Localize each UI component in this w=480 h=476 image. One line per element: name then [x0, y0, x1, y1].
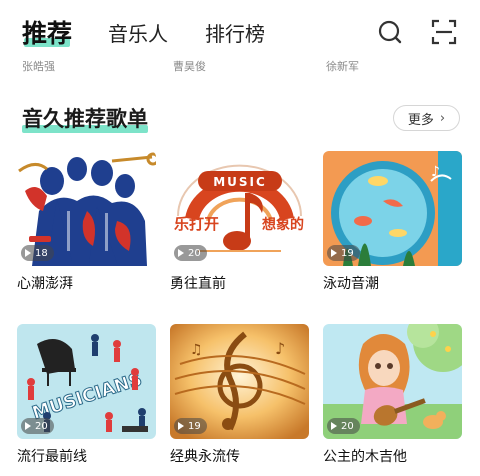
play-count-badge: 20	[327, 418, 360, 434]
play-count-badge: 20	[21, 418, 54, 434]
more-button-label: 更多	[407, 112, 434, 128]
playlist-cover: 20	[323, 324, 462, 439]
playlist-title: 公主的木吉他	[323, 449, 407, 465]
artist-name[interactable]: 张皓强	[22, 58, 55, 74]
play-count-badge: 19	[174, 418, 207, 434]
play-count-badge: 18	[21, 245, 54, 261]
playlist-card[interactable]: ♪ ♫ 19 经典永流传	[170, 324, 309, 465]
playlist-title: 经典永流传	[170, 449, 240, 465]
playlist-card[interactable]: 20 公主的木吉他	[323, 324, 462, 465]
playlist-title: 心潮澎湃	[17, 276, 73, 292]
more-button[interactable]: 更多 ›	[393, 105, 460, 131]
svg-text:♪: ♪	[275, 339, 285, 358]
tab-musicians-label: 音乐人	[108, 22, 168, 46]
chevron-right-icon: ›	[439, 110, 446, 126]
cover-music-text: MUSIC	[213, 175, 267, 189]
playlist-cover: 18	[17, 151, 156, 266]
play-count: 20	[188, 247, 201, 259]
scan-icon[interactable]	[430, 18, 458, 46]
playlist-cover: ♪ 19	[323, 151, 462, 266]
section-title: 音久推荐歌单	[22, 107, 148, 133]
playlist-title: 勇往直前	[170, 276, 226, 292]
play-count: 20	[341, 420, 354, 432]
playlist-cover: MUSIC 乐打开 想象的 20	[170, 151, 309, 266]
play-count: 20	[35, 420, 48, 432]
tab-recommend-label: 推荐	[22, 19, 73, 48]
play-count-badge: 19	[327, 245, 360, 261]
artist-name[interactable]: 曹昊俊	[173, 58, 206, 74]
play-count: 18	[35, 247, 48, 259]
playlist-cover: ♪ ♫ 19	[170, 324, 309, 439]
play-icon	[178, 249, 184, 257]
tab-charts-label: 排行榜	[205, 22, 265, 46]
tab-recommend[interactable]: 推荐	[22, 14, 72, 50]
playlist-title: 泳动音潮	[323, 276, 379, 292]
playlist-title: 流行最前线	[17, 449, 87, 465]
playlist-card[interactable]: 18 心潮澎湃	[17, 151, 156, 292]
top-tab-bar: 推荐 音乐人 排行榜	[0, 0, 480, 54]
play-icon	[178, 422, 184, 430]
playlist-card[interactable]: MUSICIANS 20 流行最前线	[17, 324, 156, 465]
playlist-card[interactable]: MUSIC 乐打开 想象的 20 勇往直前	[170, 151, 309, 292]
svg-text:♪: ♪	[431, 164, 440, 180]
play-count: 19	[341, 247, 354, 259]
tab-musicians[interactable]: 音乐人	[108, 18, 168, 47]
cover-text-right: 想象的	[261, 216, 304, 233]
play-count-badge: 20	[174, 245, 207, 261]
artist-name[interactable]: 徐新军	[326, 58, 359, 74]
tab-charts[interactable]: 排行榜	[205, 18, 265, 47]
svg-text:♫: ♫	[190, 342, 203, 358]
playlist-cover: MUSICIANS 20	[17, 324, 156, 439]
cover-text-left: 乐打开	[174, 215, 219, 233]
playlist-card[interactable]: ♪ 19 泳动音潮	[323, 151, 462, 292]
artist-strip: 张皓强 曹昊俊 徐新军	[0, 58, 480, 74]
search-icon[interactable]	[376, 18, 404, 46]
play-icon	[331, 249, 337, 257]
play-icon	[25, 422, 31, 430]
play-count: 19	[188, 420, 201, 432]
play-icon	[331, 422, 337, 430]
play-icon	[25, 249, 31, 257]
